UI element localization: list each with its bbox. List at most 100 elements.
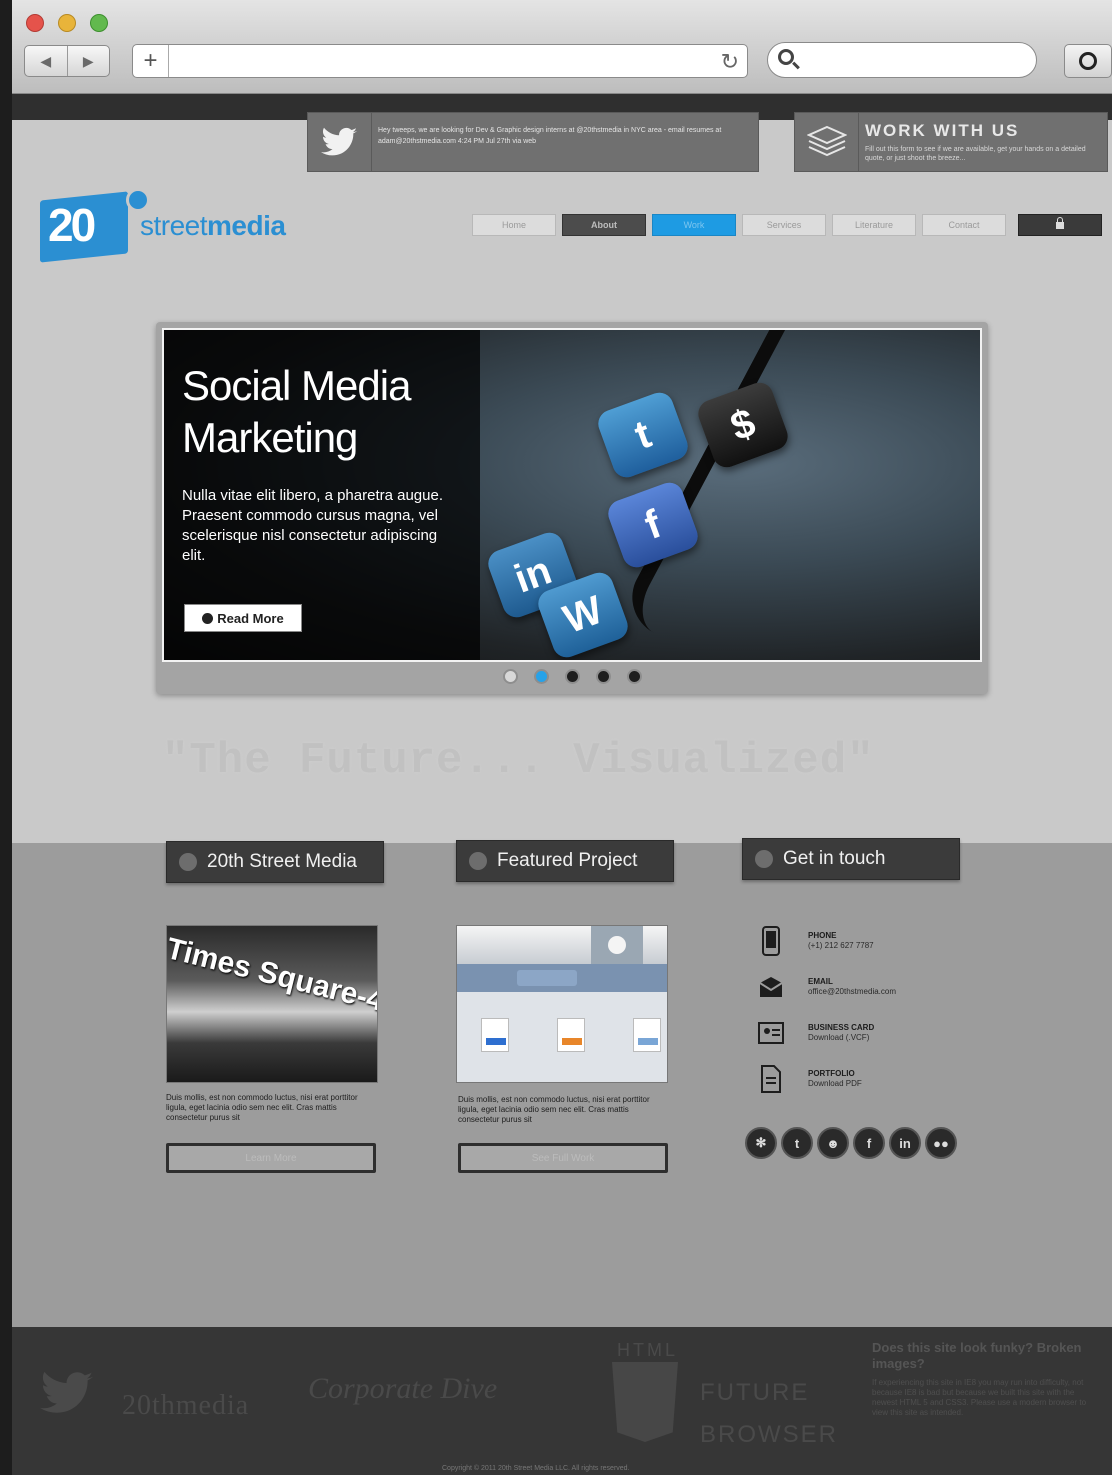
twitter-icon[interactable]: t bbox=[781, 1127, 813, 1159]
browser-window: ◀ ▶ + ↻ Hey tweeps, we are looking for D… bbox=[12, 0, 1112, 1475]
address-bar[interactable]: + ↻ bbox=[132, 44, 748, 78]
thumbnail-pill bbox=[517, 970, 577, 986]
contact-card-value: Download (.VCF) bbox=[808, 1033, 870, 1042]
add-bookmark-button[interactable]: + bbox=[133, 45, 169, 77]
layers-icon bbox=[795, 113, 859, 171]
see-full-work-button[interactable]: See Full Work bbox=[458, 1143, 668, 1173]
footer-logo[interactable]: 20thmedia bbox=[122, 1390, 249, 1422]
search-field[interactable] bbox=[767, 42, 1037, 78]
footer-twitter-icon[interactable] bbox=[40, 1370, 96, 1421]
contact-phone-label: PHONE bbox=[808, 931, 837, 940]
work-with-us-box[interactable]: WORK WITH US Fill out this form to see i… bbox=[794, 112, 1108, 172]
vcard-icon bbox=[758, 1018, 784, 1048]
downloads-icon bbox=[1079, 52, 1097, 70]
document-icon bbox=[481, 1018, 509, 1052]
featured-heading-label: Featured Project bbox=[497, 850, 638, 871]
skype-icon[interactable]: ☻ bbox=[817, 1127, 849, 1159]
person-icon bbox=[755, 850, 773, 868]
document-icon bbox=[557, 1018, 585, 1052]
contact-heading: Get in touch bbox=[742, 838, 960, 880]
about-thumbnail[interactable]: Times Square-42 St bbox=[166, 925, 378, 1083]
footer-partner-logo[interactable]: Corporate Dive bbox=[308, 1372, 497, 1406]
logo-word-bold: media bbox=[207, 210, 286, 241]
slider-dot[interactable] bbox=[626, 668, 642, 684]
downloads-button[interactable] bbox=[1064, 44, 1112, 78]
browser-label: BROWSER bbox=[700, 1421, 839, 1448]
linkedin-icon[interactable]: in bbox=[889, 1127, 921, 1159]
html5-label: HTML bbox=[617, 1340, 678, 1360]
contact-email[interactable]: EMAIL office@20thstmedia.com bbox=[758, 972, 896, 1002]
hero-slide: t $ f in W Social Media Marketing Nulla … bbox=[162, 328, 982, 662]
nav-about[interactable]: About bbox=[562, 214, 646, 236]
slider-pagination bbox=[156, 664, 988, 688]
content-section bbox=[12, 843, 1112, 1327]
logo-superscript-dot bbox=[126, 188, 150, 212]
contact-portfolio[interactable]: PORTFOLIO Download PDF bbox=[758, 1064, 862, 1094]
slider-dot[interactable] bbox=[564, 668, 580, 684]
about-blurb: Duis mollis, est non commodo luctus, nis… bbox=[166, 1093, 358, 1122]
login-lock-button[interactable] bbox=[1018, 214, 1102, 236]
slider-dot[interactable] bbox=[502, 668, 518, 684]
hero-slider: t $ f in W Social Media Marketing Nulla … bbox=[156, 322, 988, 694]
contact-phone[interactable]: PHONE (+1) 212 627 7787 bbox=[758, 926, 874, 956]
nav-contact[interactable]: Contact bbox=[922, 214, 1006, 236]
contact-portfolio-label: PORTFOLIO bbox=[808, 1069, 855, 1078]
flickr-icon[interactable]: ●● bbox=[925, 1127, 957, 1159]
tagline: "The Future... Visualized" bbox=[162, 736, 875, 786]
thumbnail-tab bbox=[591, 926, 643, 964]
work-with-us-title: WORK WITH US bbox=[865, 121, 1020, 140]
search-icon bbox=[778, 49, 794, 65]
thumbnail-sign-text: Times Square-42 St bbox=[166, 932, 378, 1031]
work-with-us-text: Fill out this form to see if we are avai… bbox=[865, 146, 1086, 162]
logo-wordmark: streetmedia bbox=[140, 210, 286, 242]
featured-thumbnail[interactable] bbox=[456, 925, 668, 1083]
copyright: Copyright © 2011 20th Street Media LLC. … bbox=[442, 1465, 630, 1472]
contact-email-label: EMAIL bbox=[808, 977, 833, 986]
compass-icon bbox=[608, 936, 626, 954]
read-more-button[interactable]: Read More bbox=[184, 604, 302, 632]
close-window-button[interactable] bbox=[26, 14, 44, 32]
slider-dot[interactable] bbox=[595, 668, 611, 684]
browser-note-title: Does this site look funky? Broken images… bbox=[872, 1340, 1082, 1371]
featured-blurb: Duis mollis, est non commodo luctus, nis… bbox=[458, 1095, 650, 1124]
slide-text: Nulla vitae elit libero, a pharetra augu… bbox=[182, 487, 443, 564]
back-button[interactable]: ◀ bbox=[25, 46, 68, 76]
logo-number: 20 bbox=[48, 199, 96, 251]
future-browser-badge: FUTURE BROWSER bbox=[700, 1372, 838, 1456]
main-nav: Home About Work Services Literature Cont… bbox=[472, 214, 1006, 236]
browser-toolbar: ◀ ▶ + ↻ bbox=[12, 0, 1112, 94]
contact-portfolio-value: Download PDF bbox=[808, 1079, 862, 1088]
twitter-bird-icon bbox=[308, 113, 372, 171]
browser-note-text: If experiencing this site in IE8 you may… bbox=[872, 1378, 1087, 1417]
nav-services[interactable]: Services bbox=[742, 214, 826, 236]
nav-work[interactable]: Work bbox=[652, 214, 736, 236]
site-logo[interactable]: 20 streetmedia bbox=[40, 186, 310, 263]
play-circle-icon bbox=[202, 612, 214, 624]
facebook-icon[interactable]: f bbox=[853, 1127, 885, 1159]
dribbble-icon[interactable]: ✻ bbox=[745, 1127, 777, 1159]
info-icon bbox=[179, 853, 197, 871]
future-label: FUTURE bbox=[700, 1379, 810, 1406]
reload-icon[interactable]: ↻ bbox=[721, 49, 739, 75]
tweet-text: Hey tweeps, we are looking for Dev & Gra… bbox=[378, 127, 722, 145]
nav-literature[interactable]: Literature bbox=[832, 214, 916, 236]
pdf-icon bbox=[758, 1064, 784, 1094]
contact-email-value: office@20thstmedia.com bbox=[808, 987, 897, 996]
twitter-feed-box[interactable]: Hey tweeps, we are looking for Dev & Gra… bbox=[307, 112, 759, 172]
contact-business-card[interactable]: BUSINESS CARD Download (.VCF) bbox=[758, 1018, 874, 1048]
slide-title: Social Media Marketing bbox=[182, 362, 411, 461]
history-buttons: ◀ ▶ bbox=[24, 45, 110, 77]
slider-dot-active[interactable] bbox=[533, 668, 549, 684]
envelope-icon bbox=[758, 972, 784, 1002]
contact-heading-label: Get in touch bbox=[783, 848, 886, 869]
document-icon bbox=[633, 1018, 661, 1052]
forward-button[interactable]: ▶ bbox=[68, 46, 110, 76]
minimize-window-button[interactable] bbox=[58, 14, 76, 32]
zoom-window-button[interactable] bbox=[90, 14, 108, 32]
social-links: ✻ t ☻ f in ●● bbox=[745, 1127, 957, 1159]
contact-phone-value: (+1) 212 627 7787 bbox=[808, 941, 874, 950]
learn-more-button[interactable]: Learn More bbox=[166, 1143, 376, 1173]
nav-home[interactable]: Home bbox=[472, 214, 556, 236]
contact-card-label: BUSINESS CARD bbox=[808, 1023, 875, 1032]
about-heading-label: 20th Street Media bbox=[207, 851, 357, 872]
